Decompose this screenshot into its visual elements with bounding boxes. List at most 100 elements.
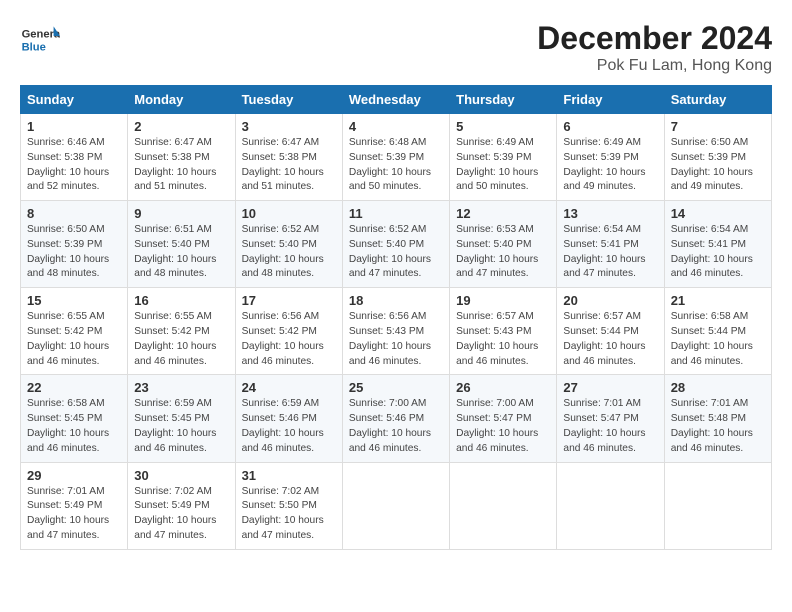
calendar-cell — [557, 462, 664, 549]
day-info: Sunrise: 6:46 AM Sunset: 5:38 PM Dayligh… — [27, 136, 121, 195]
calendar-cell: 13 Sunrise: 6:54 AM Sunset: 5:41 PM Dayl… — [557, 201, 664, 288]
calendar-cell: 26 Sunrise: 7:00 AM Sunset: 5:47 PM Dayl… — [450, 375, 557, 462]
day-number: 20 — [563, 293, 657, 308]
day-number: 2 — [134, 119, 228, 134]
day-info: Sunrise: 6:58 AM Sunset: 5:45 PM Dayligh… — [27, 397, 121, 456]
col-monday: Monday — [128, 86, 235, 114]
day-number: 31 — [242, 468, 336, 483]
day-info: Sunrise: 6:56 AM Sunset: 5:43 PM Dayligh… — [349, 310, 443, 369]
day-number: 30 — [134, 468, 228, 483]
calendar-cell: 2 Sunrise: 6:47 AM Sunset: 5:38 PM Dayli… — [128, 114, 235, 201]
day-info: Sunrise: 6:53 AM Sunset: 5:40 PM Dayligh… — [456, 223, 550, 282]
day-number: 26 — [456, 380, 550, 395]
day-number: 3 — [242, 119, 336, 134]
calendar-cell: 18 Sunrise: 6:56 AM Sunset: 5:43 PM Dayl… — [342, 288, 449, 375]
day-info: Sunrise: 6:54 AM Sunset: 5:41 PM Dayligh… — [563, 223, 657, 282]
calendar-cell: 21 Sunrise: 6:58 AM Sunset: 5:44 PM Dayl… — [664, 288, 771, 375]
col-wednesday: Wednesday — [342, 86, 449, 114]
col-saturday: Saturday — [664, 86, 771, 114]
location: Pok Fu Lam, Hong Kong — [537, 57, 772, 75]
calendar-table: Sunday Monday Tuesday Wednesday Thursday… — [20, 85, 772, 550]
day-info: Sunrise: 6:49 AM Sunset: 5:39 PM Dayligh… — [456, 136, 550, 195]
day-info: Sunrise: 6:57 AM Sunset: 5:44 PM Dayligh… — [563, 310, 657, 369]
logo-svg: General Blue — [20, 20, 60, 60]
calendar-week-row: 15 Sunrise: 6:55 AM Sunset: 5:42 PM Dayl… — [21, 288, 772, 375]
calendar-cell — [342, 462, 449, 549]
calendar-cell: 27 Sunrise: 7:01 AM Sunset: 5:47 PM Dayl… — [557, 375, 664, 462]
calendar-cell — [664, 462, 771, 549]
calendar-cell: 29 Sunrise: 7:01 AM Sunset: 5:49 PM Dayl… — [21, 462, 128, 549]
day-number: 17 — [242, 293, 336, 308]
calendar-cell: 25 Sunrise: 7:00 AM Sunset: 5:46 PM Dayl… — [342, 375, 449, 462]
day-info: Sunrise: 6:47 AM Sunset: 5:38 PM Dayligh… — [242, 136, 336, 195]
day-number: 12 — [456, 206, 550, 221]
calendar-cell: 24 Sunrise: 6:59 AM Sunset: 5:46 PM Dayl… — [235, 375, 342, 462]
day-info: Sunrise: 7:01 AM Sunset: 5:49 PM Dayligh… — [27, 485, 121, 544]
calendar-cell: 20 Sunrise: 6:57 AM Sunset: 5:44 PM Dayl… — [557, 288, 664, 375]
day-number: 25 — [349, 380, 443, 395]
day-info: Sunrise: 7:00 AM Sunset: 5:46 PM Dayligh… — [349, 397, 443, 456]
page-header: General Blue December 2024 Pok Fu Lam, H… — [20, 20, 772, 75]
day-number: 24 — [242, 380, 336, 395]
day-info: Sunrise: 6:52 AM Sunset: 5:40 PM Dayligh… — [242, 223, 336, 282]
calendar-cell: 5 Sunrise: 6:49 AM Sunset: 5:39 PM Dayli… — [450, 114, 557, 201]
calendar-cell: 30 Sunrise: 7:02 AM Sunset: 5:49 PM Dayl… — [128, 462, 235, 549]
calendar-cell: 16 Sunrise: 6:55 AM Sunset: 5:42 PM Dayl… — [128, 288, 235, 375]
col-thursday: Thursday — [450, 86, 557, 114]
svg-text:Blue: Blue — [22, 41, 46, 53]
calendar-cell: 14 Sunrise: 6:54 AM Sunset: 5:41 PM Dayl… — [664, 201, 771, 288]
calendar-header-row: Sunday Monday Tuesday Wednesday Thursday… — [21, 86, 772, 114]
day-info: Sunrise: 7:02 AM Sunset: 5:50 PM Dayligh… — [242, 485, 336, 544]
calendar-cell: 3 Sunrise: 6:47 AM Sunset: 5:38 PM Dayli… — [235, 114, 342, 201]
col-friday: Friday — [557, 86, 664, 114]
day-info: Sunrise: 6:48 AM Sunset: 5:39 PM Dayligh… — [349, 136, 443, 195]
day-number: 8 — [27, 206, 121, 221]
day-info: Sunrise: 6:55 AM Sunset: 5:42 PM Dayligh… — [27, 310, 121, 369]
calendar-cell: 11 Sunrise: 6:52 AM Sunset: 5:40 PM Dayl… — [342, 201, 449, 288]
title-section: December 2024 Pok Fu Lam, Hong Kong — [537, 20, 772, 75]
day-number: 19 — [456, 293, 550, 308]
day-number: 18 — [349, 293, 443, 308]
day-info: Sunrise: 6:58 AM Sunset: 5:44 PM Dayligh… — [671, 310, 765, 369]
col-tuesday: Tuesday — [235, 86, 342, 114]
day-number: 11 — [349, 206, 443, 221]
calendar-cell: 17 Sunrise: 6:56 AM Sunset: 5:42 PM Dayl… — [235, 288, 342, 375]
day-number: 15 — [27, 293, 121, 308]
calendar-week-row: 1 Sunrise: 6:46 AM Sunset: 5:38 PM Dayli… — [21, 114, 772, 201]
day-number: 7 — [671, 119, 765, 134]
calendar-week-row: 8 Sunrise: 6:50 AM Sunset: 5:39 PM Dayli… — [21, 201, 772, 288]
calendar-cell: 1 Sunrise: 6:46 AM Sunset: 5:38 PM Dayli… — [21, 114, 128, 201]
day-number: 29 — [27, 468, 121, 483]
day-number: 28 — [671, 380, 765, 395]
calendar-cell: 19 Sunrise: 6:57 AM Sunset: 5:43 PM Dayl… — [450, 288, 557, 375]
calendar-cell: 31 Sunrise: 7:02 AM Sunset: 5:50 PM Dayl… — [235, 462, 342, 549]
calendar-cell: 23 Sunrise: 6:59 AM Sunset: 5:45 PM Dayl… — [128, 375, 235, 462]
day-info: Sunrise: 7:00 AM Sunset: 5:47 PM Dayligh… — [456, 397, 550, 456]
day-info: Sunrise: 6:50 AM Sunset: 5:39 PM Dayligh… — [671, 136, 765, 195]
day-info: Sunrise: 6:56 AM Sunset: 5:42 PM Dayligh… — [242, 310, 336, 369]
day-info: Sunrise: 6:49 AM Sunset: 5:39 PM Dayligh… — [563, 136, 657, 195]
day-number: 16 — [134, 293, 228, 308]
day-number: 4 — [349, 119, 443, 134]
calendar-cell: 6 Sunrise: 6:49 AM Sunset: 5:39 PM Dayli… — [557, 114, 664, 201]
day-info: Sunrise: 7:01 AM Sunset: 5:47 PM Dayligh… — [563, 397, 657, 456]
calendar-cell — [450, 462, 557, 549]
calendar-week-row: 22 Sunrise: 6:58 AM Sunset: 5:45 PM Dayl… — [21, 375, 772, 462]
day-number: 23 — [134, 380, 228, 395]
day-number: 27 — [563, 380, 657, 395]
day-info: Sunrise: 6:54 AM Sunset: 5:41 PM Dayligh… — [671, 223, 765, 282]
day-number: 14 — [671, 206, 765, 221]
day-number: 22 — [27, 380, 121, 395]
day-number: 5 — [456, 119, 550, 134]
calendar-cell: 22 Sunrise: 6:58 AM Sunset: 5:45 PM Dayl… — [21, 375, 128, 462]
col-sunday: Sunday — [21, 86, 128, 114]
day-info: Sunrise: 6:59 AM Sunset: 5:46 PM Dayligh… — [242, 397, 336, 456]
calendar-cell: 10 Sunrise: 6:52 AM Sunset: 5:40 PM Dayl… — [235, 201, 342, 288]
calendar-cell: 9 Sunrise: 6:51 AM Sunset: 5:40 PM Dayli… — [128, 201, 235, 288]
day-number: 13 — [563, 206, 657, 221]
calendar-cell: 15 Sunrise: 6:55 AM Sunset: 5:42 PM Dayl… — [21, 288, 128, 375]
day-info: Sunrise: 6:55 AM Sunset: 5:42 PM Dayligh… — [134, 310, 228, 369]
day-info: Sunrise: 7:01 AM Sunset: 5:48 PM Dayligh… — [671, 397, 765, 456]
day-info: Sunrise: 6:51 AM Sunset: 5:40 PM Dayligh… — [134, 223, 228, 282]
calendar-cell: 8 Sunrise: 6:50 AM Sunset: 5:39 PM Dayli… — [21, 201, 128, 288]
